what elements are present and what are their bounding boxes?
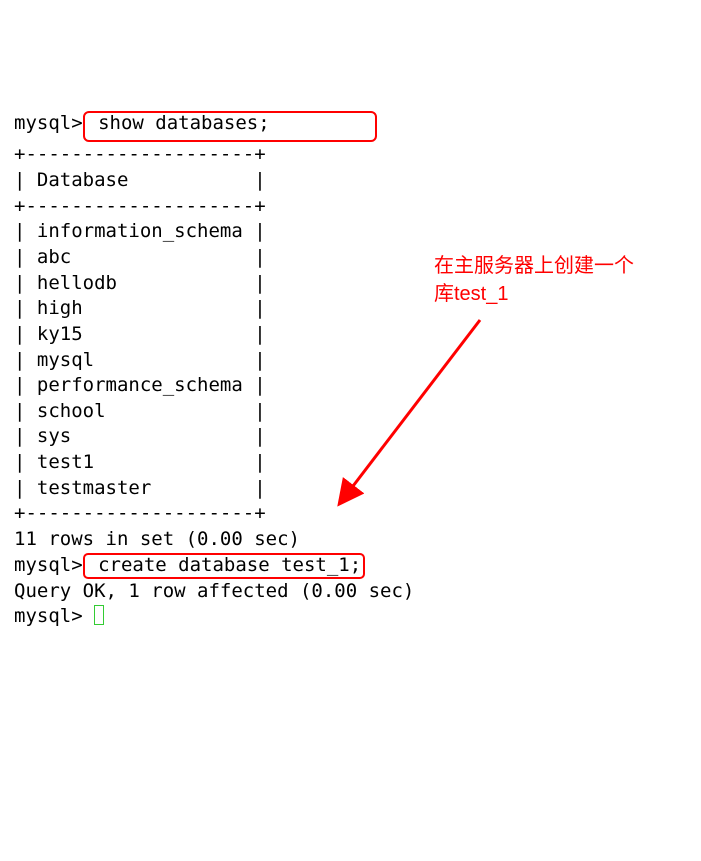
result-line-1: 11 rows in set (0.00 sec) — [14, 527, 687, 553]
table-border-mid: +--------------------+ — [14, 194, 687, 220]
result-line-2: Query OK, 1 row affected (0.00 sec) — [14, 579, 687, 605]
table-border-bottom: +--------------------+ — [14, 501, 687, 527]
mysql-prompt: mysql> — [14, 605, 94, 627]
table-header-row: | Database | — [14, 168, 687, 194]
highlighted-command-2: create database test_1; — [83, 553, 366, 579]
terminal-output: mysql> show databases; +----------------… — [14, 111, 687, 630]
table-row-4: | ky15 | — [14, 322, 687, 348]
annotation-text: 在主服务器上创建一个 库test_1 — [434, 252, 664, 308]
annotation-line-1: 在主服务器上创建一个 — [434, 252, 664, 280]
table-row-5: | mysql | — [14, 348, 687, 374]
command-line-1: mysql> show databases; — [14, 111, 687, 143]
table-row-10: | testmaster | — [14, 476, 687, 502]
mysql-prompt: mysql> — [14, 112, 83, 134]
table-row-6: | performance_schema | — [14, 373, 687, 399]
command-line-2: mysql> create database test_1; — [14, 553, 687, 579]
table-border-top: +--------------------+ — [14, 142, 687, 168]
annotation-line-2: 库test_1 — [434, 280, 664, 308]
table-row-7: | school | — [14, 399, 687, 425]
table-row-9: | test1 | — [14, 450, 687, 476]
command-line-3: mysql> — [14, 604, 687, 630]
table-row-8: | sys | — [14, 424, 687, 450]
table-row-0: | information_schema | — [14, 219, 687, 245]
cursor-icon[interactable] — [94, 605, 104, 625]
highlighted-command-1: show databases; — [83, 111, 377, 143]
mysql-prompt: mysql> — [14, 554, 83, 576]
